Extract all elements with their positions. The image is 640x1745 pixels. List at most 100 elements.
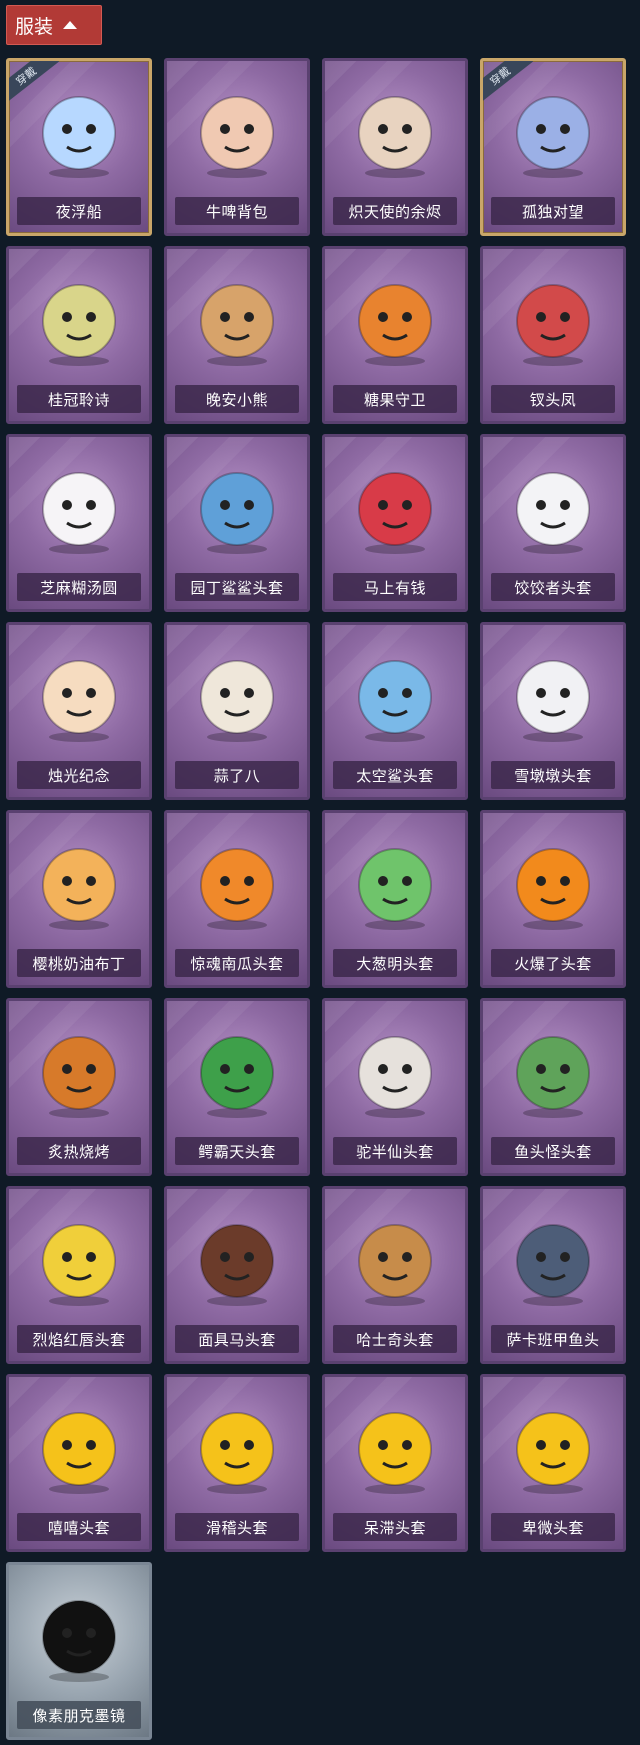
fire-icon — [483, 819, 623, 947]
outfit-item[interactable]: 穿戴 孤独对望 — [480, 58, 626, 236]
outfit-item-label: 卑微头套 — [491, 1513, 615, 1541]
dazed-emoji-icon — [325, 1383, 465, 1511]
outfit-item[interactable]: 炙热烧烤 — [6, 998, 152, 1176]
alpaca-icon — [325, 1007, 465, 1135]
pudding-icon — [9, 819, 149, 947]
outfit-item[interactable]: 滑稽头套 — [164, 1374, 310, 1552]
outfit-item-label: 呆滞头套 — [333, 1513, 457, 1541]
pixel-sunglasses-icon — [9, 1571, 149, 1699]
outfit-item[interactable]: 太空鲨头套 — [322, 622, 468, 800]
angel-girl-icon — [325, 67, 465, 195]
outfit-item-label: 太空鲨头套 — [333, 761, 457, 789]
outfit-item-label: 惊魂南瓜头套 — [175, 949, 299, 977]
outfit-item-label: 哈士奇头套 — [333, 1325, 457, 1353]
outfit-item-label: 饺饺者头套 — [491, 573, 615, 601]
outfit-item[interactable]: 惊魂南瓜头套 — [164, 810, 310, 988]
outfit-item-label: 钗头凤 — [491, 385, 615, 413]
outfit-item[interactable]: 樱桃奶油布丁 — [6, 810, 152, 988]
outfit-item[interactable]: 炽天使的余烬 — [322, 58, 468, 236]
outfit-item-label: 夜浮船 — [17, 197, 141, 225]
outfit-item[interactable]: 穿戴 夜浮船 — [6, 58, 152, 236]
cloud-face-icon — [483, 443, 623, 571]
outfit-item[interactable]: 桂冠聆诗 — [6, 246, 152, 424]
crocodile-icon — [167, 1007, 307, 1135]
outfit-item[interactable]: 鳄霸天头套 — [164, 998, 310, 1176]
outfit-item[interactable]: 烛光纪念 — [6, 622, 152, 800]
outfit-item-label: 芝麻糊汤圆 — [17, 573, 141, 601]
horse-icon — [325, 443, 465, 571]
category-toggle-button[interactable]: 服装 — [6, 5, 102, 45]
outfit-item-label: 孤独对望 — [491, 197, 615, 225]
pumpkin-icon — [167, 819, 307, 947]
category-title: 服装 — [15, 15, 54, 38]
bear-icon — [167, 255, 307, 383]
bbq-icon — [9, 1007, 149, 1135]
outfit-item-label: 雪墩墩头套 — [491, 761, 615, 789]
outfit-item[interactable]: 雪墩墩头套 — [480, 622, 626, 800]
cow-barrel-icon — [167, 67, 307, 195]
chevron-up-icon — [63, 21, 78, 29]
outfit-item[interactable]: 园丁鲨鲨头套 — [164, 434, 310, 612]
laurel-charm-icon — [9, 255, 149, 383]
grin-emoji-icon — [9, 1383, 149, 1511]
outfit-item[interactable]: 驼半仙头套 — [322, 998, 468, 1176]
dumpling-icon — [9, 443, 149, 571]
outfit-item-label: 像素朋克墨镜 — [17, 1701, 141, 1729]
jellyfish-icon — [9, 67, 149, 195]
garlic-icon — [167, 631, 307, 759]
outfit-item-label: 鱼头怪头套 — [491, 1137, 615, 1165]
charm-icon — [483, 67, 623, 195]
outfit-item[interactable]: 呆滞头套 — [322, 1374, 468, 1552]
outfit-item-label: 鳄霸天头套 — [175, 1137, 299, 1165]
husky-icon — [325, 1195, 465, 1323]
outfit-item[interactable]: 晚安小熊 — [164, 246, 310, 424]
outfit-item-label: 园丁鲨鲨头套 — [175, 573, 299, 601]
outfit-item-label: 滑稽头套 — [175, 1513, 299, 1541]
snowman-icon — [483, 631, 623, 759]
outfit-item[interactable]: 嘻嘻头套 — [6, 1374, 152, 1552]
outfit-item[interactable]: 钗头凤 — [480, 246, 626, 424]
outfit-item-label: 樱桃奶油布丁 — [17, 949, 141, 977]
space-shark-icon — [325, 631, 465, 759]
outfit-item[interactable]: 像素朋克墨镜 — [6, 1562, 152, 1740]
fish-head-icon — [483, 1007, 623, 1135]
outfit-item[interactable]: 面具马头套 — [164, 1186, 310, 1364]
outfit-item[interactable]: 蒜了八 — [164, 622, 310, 800]
scallion-icon — [325, 819, 465, 947]
outfit-item[interactable]: 烈焰红唇头套 — [6, 1186, 152, 1364]
outfit-item-label: 炽天使的余烬 — [333, 197, 457, 225]
outfit-item-label: 烈焰红唇头套 — [17, 1325, 141, 1353]
outfit-item[interactable]: 马上有钱 — [322, 434, 468, 612]
outfit-item[interactable]: 哈士奇头套 — [322, 1186, 468, 1364]
outfit-item-label: 晚安小熊 — [175, 385, 299, 413]
outfit-item[interactable]: 芝麻糊汤圆 — [6, 434, 152, 612]
outfit-item[interactable]: 火爆了头套 — [480, 810, 626, 988]
outfit-item[interactable]: 饺饺者头套 — [480, 434, 626, 612]
outfit-item-label: 面具马头套 — [175, 1325, 299, 1353]
outfit-item[interactable]: 牛啤背包 — [164, 58, 310, 236]
outfit-item-label: 糖果守卫 — [333, 385, 457, 413]
outfit-item[interactable]: 萨卡班甲鱼头 — [480, 1186, 626, 1364]
funny-emoji-icon — [167, 1383, 307, 1511]
outfit-item-label: 驼半仙头套 — [333, 1137, 457, 1165]
outfit-item[interactable]: 卑微头套 — [480, 1374, 626, 1552]
outfit-item[interactable]: 鱼头怪头套 — [480, 998, 626, 1176]
outfit-item-label: 萨卡班甲鱼头 — [491, 1325, 615, 1353]
outfit-item-label: 炙热烧烤 — [17, 1137, 141, 1165]
yellow-mascot-icon — [9, 1195, 149, 1323]
fish-icon — [483, 1195, 623, 1323]
outfit-item[interactable]: 糖果守卫 — [322, 246, 468, 424]
outfit-item-label: 牛啤背包 — [175, 197, 299, 225]
pumpkin-charm-icon — [325, 255, 465, 383]
shark-icon — [167, 443, 307, 571]
outfit-item-label: 嘻嘻头套 — [17, 1513, 141, 1541]
outfit-item-label: 烛光纪念 — [17, 761, 141, 789]
humble-emoji-icon — [483, 1383, 623, 1511]
phoenix-crown-icon — [483, 255, 623, 383]
outfit-item-label: 大葱明头套 — [333, 949, 457, 977]
horse-mask-icon — [167, 1195, 307, 1323]
outfit-item[interactable]: 大葱明头套 — [322, 810, 468, 988]
outfit-item-label: 蒜了八 — [175, 761, 299, 789]
candle-icon — [9, 631, 149, 759]
outfit-item-label: 桂冠聆诗 — [17, 385, 141, 413]
